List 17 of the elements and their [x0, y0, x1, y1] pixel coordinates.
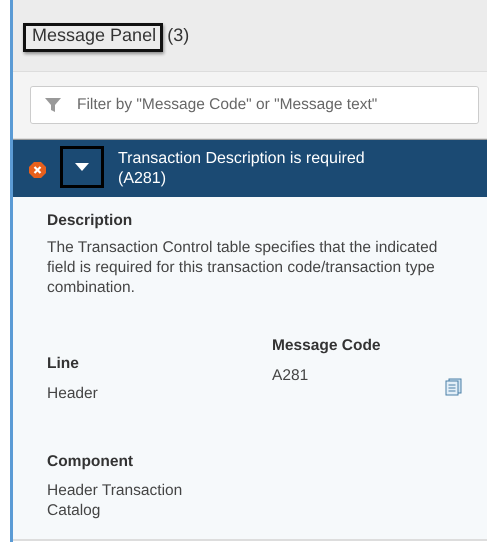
field-value: Header [47, 384, 99, 404]
field-label: Line [47, 354, 80, 374]
field-label: Component [47, 452, 134, 472]
message-title: Transaction Description is required (A281) [118, 149, 366, 189]
panel-title: Message Panel [32, 25, 156, 45]
field-label: Message Code [272, 336, 382, 356]
expand-toggle[interactable] [60, 146, 104, 188]
field-value: A281 [272, 366, 308, 386]
description-text: The Transaction Control table specifies that the indicated field is required for this transaction code/transaction type combination. [47, 238, 438, 298]
error-icon [29, 162, 46, 178]
copy-icon[interactable] [445, 378, 463, 396]
message-count: (3) [167, 25, 190, 45]
field-value: Header Transaction Catalog [47, 480, 184, 521]
field-label: Description [47, 211, 134, 231]
filter-icon [44, 96, 62, 114]
filter-field[interactable]: Filter by "Message Code" or "Message text" [30, 86, 479, 124]
caret-icon [75, 163, 89, 171]
